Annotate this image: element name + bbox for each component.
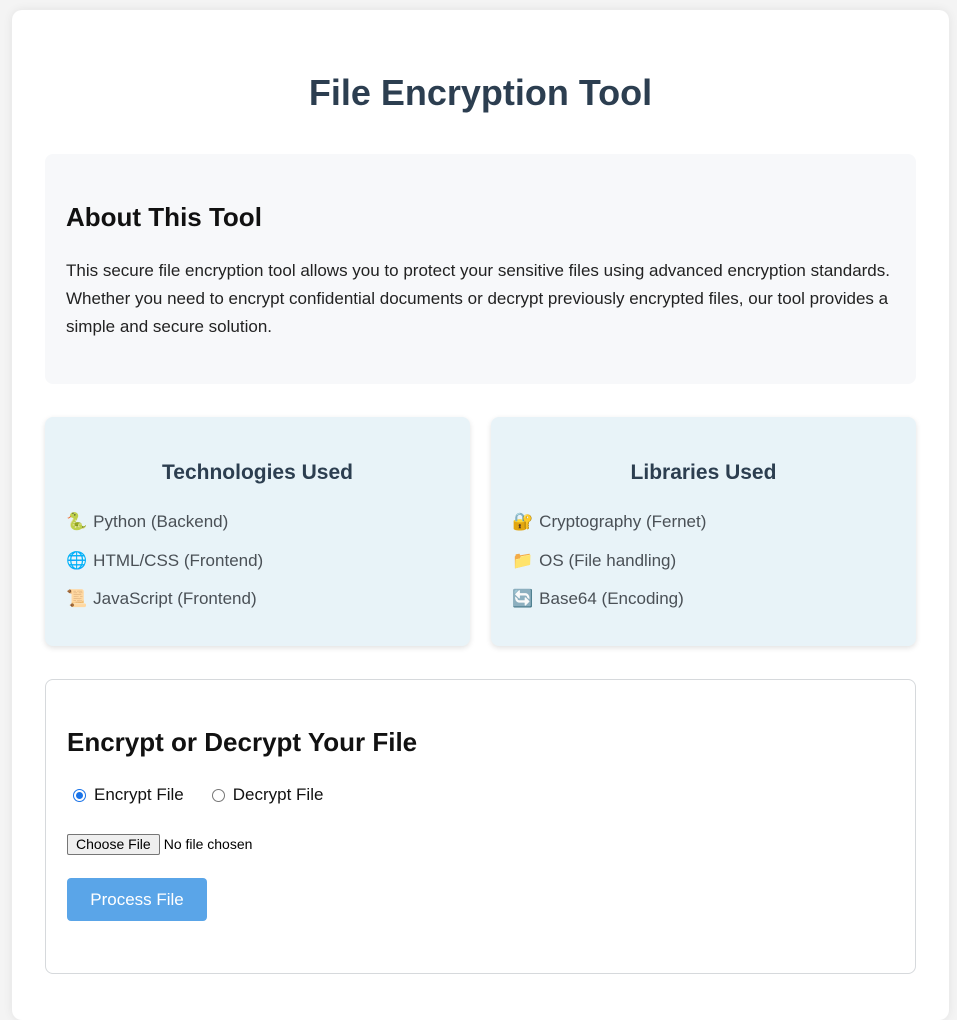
technologies-heading: Technologies Used	[162, 461, 353, 484]
lock-key-icon: 🔐	[512, 512, 534, 531]
page-title: File Encryption Tool	[308, 72, 653, 113]
decrypt-option[interactable]: Decrypt File	[211, 785, 324, 805]
form-heading: Encrypt or Decrypt Your File	[67, 727, 418, 757]
about-heading: About This Tool	[66, 202, 262, 232]
libraries-list: 🔐 Cryptography (Fernet) 📁 OS (File handlin…	[512, 503, 895, 619]
snake-icon: 🐍	[66, 512, 88, 531]
file-status-text: No file chosen	[163, 836, 253, 852]
technology-label: Python (Backend)	[93, 512, 229, 531]
globe-icon: 🌐	[66, 550, 88, 570]
technologies-card: Technologies Used 🐍 Python (Backend) 🌐 HTM…	[45, 417, 470, 646]
scroll-icon: 📜	[66, 589, 88, 608]
technology-item-html-css: 🌐 HTML/CSS (Frontend)	[66, 542, 449, 581]
decrypt-radio[interactable]	[211, 788, 225, 802]
encrypt-label[interactable]: Encrypt File	[94, 785, 184, 805]
encrypt-option[interactable]: Encrypt File	[73, 785, 184, 805]
library-item-os: 📁 OS (File handling)	[512, 542, 895, 581]
library-label: OS (File handling)	[539, 550, 677, 570]
mode-radio-group: Encrypt File Decrypt File	[73, 782, 894, 808]
decrypt-label[interactable]: Decrypt File	[233, 785, 324, 805]
choose-file-button[interactable]: Choose File	[67, 833, 160, 855]
main-container: File Encryption Tool About This Tool Thi…	[12, 10, 949, 1020]
process-file-button[interactable]: Process File	[67, 878, 207, 921]
libraries-heading: Libraries Used	[630, 461, 777, 484]
about-text: This secure file encryption tool allows …	[66, 261, 890, 336]
arrows-cycle-icon: 🔄	[512, 589, 534, 608]
library-item-cryptography: 🔐 Cryptography (Fernet)	[512, 503, 895, 542]
technology-item-javascript: 📜 JavaScript (Frontend)	[66, 580, 449, 619]
technology-label: JavaScript (Frontend)	[93, 589, 257, 608]
library-label: Cryptography (Fernet)	[539, 512, 707, 531]
technologies-list: 🐍 Python (Backend) 🌐 HTML/CSS (Frontend) 📜…	[66, 503, 449, 619]
file-input: Choose File No file chosen	[67, 833, 894, 855]
libraries-card: Libraries Used 🔐 Cryptography (Fernet) 📁 O…	[491, 417, 916, 646]
technology-label: HTML/CSS (Frontend)	[93, 550, 264, 570]
folder-icon: 📁	[512, 550, 534, 570]
technology-item-python: 🐍 Python (Backend)	[66, 503, 449, 542]
file-form: Encrypt or Decrypt Your File Encrypt Fil…	[45, 679, 916, 974]
about-section: About This Tool This secure file encrypt…	[45, 154, 916, 384]
library-label: Base64 (Encoding)	[539, 589, 684, 608]
encrypt-radio[interactable]	[73, 788, 86, 802]
library-item-base64: 🔄 Base64 (Encoding)	[512, 580, 895, 619]
